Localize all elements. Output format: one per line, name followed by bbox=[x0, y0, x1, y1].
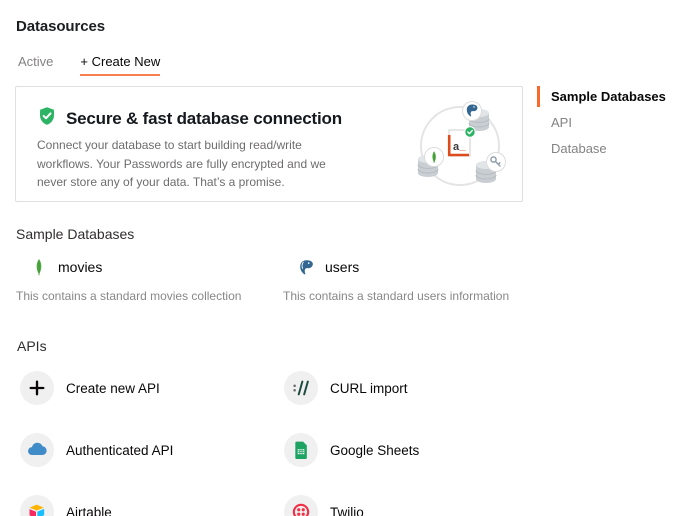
sample-db-users-head: users bbox=[283, 254, 538, 280]
api-item-twilio[interactable]: Twilio bbox=[284, 495, 364, 516]
api-item-airtable[interactable]: Airtable bbox=[20, 495, 112, 516]
banner-description: Connect your database to start building … bbox=[37, 136, 335, 192]
sample-databases-heading: Sample Databases bbox=[16, 226, 134, 242]
database-connection-illustration: a _ bbox=[412, 94, 516, 198]
apis-heading: APIs bbox=[17, 338, 47, 354]
page-title: Datasources bbox=[16, 18, 105, 35]
api-item-label: Twilio bbox=[330, 505, 364, 516]
tab-active[interactable]: Active bbox=[18, 54, 53, 76]
nav-item-sample-databases[interactable]: Sample Databases bbox=[537, 86, 694, 107]
airtable-icon bbox=[20, 495, 54, 516]
sample-db-movies[interactable]: movies This contains a standard movies c… bbox=[16, 254, 271, 303]
api-item-google-sheets[interactable]: Google Sheets bbox=[284, 433, 419, 467]
cloud-icon bbox=[20, 433, 54, 467]
plus-icon bbox=[20, 371, 54, 405]
api-item-label: Create new API bbox=[66, 381, 160, 396]
nav-item-api[interactable]: API bbox=[537, 112, 694, 133]
sample-db-users[interactable]: users This contains a standard users inf… bbox=[283, 254, 538, 303]
datasources-page: Datasources Active + Create New Secure &… bbox=[0, 0, 694, 516]
banner-card: Secure & fast database connection Connec… bbox=[15, 86, 523, 202]
sample-db-movies-head: movies bbox=[16, 254, 271, 280]
shield-check-icon bbox=[37, 106, 57, 131]
api-item-authenticated-api[interactable]: Authenticated API bbox=[20, 433, 173, 467]
api-item-label: CURL import bbox=[330, 381, 408, 396]
postgresql-icon bbox=[296, 256, 316, 278]
api-item-label: Airtable bbox=[66, 505, 112, 516]
api-item-create-new[interactable]: Create new API bbox=[20, 371, 160, 405]
sample-db-label: movies bbox=[58, 259, 102, 275]
curl-icon bbox=[284, 371, 318, 405]
twilio-icon bbox=[284, 495, 318, 516]
api-item-label: Authenticated API bbox=[66, 443, 173, 458]
tabs-bar: Active + Create New bbox=[18, 54, 160, 76]
sample-db-description: This contains a standard users informati… bbox=[283, 289, 538, 303]
api-item-curl-import[interactable]: CURL import bbox=[284, 371, 408, 405]
nav-item-database[interactable]: Database bbox=[537, 138, 694, 159]
tab-create-new[interactable]: + Create New bbox=[80, 54, 160, 76]
mongodb-icon bbox=[29, 256, 49, 278]
sample-db-description: This contains a standard movies collecti… bbox=[16, 289, 271, 303]
sample-db-label: users bbox=[325, 259, 359, 275]
datasource-type-nav: Sample Databases API Database bbox=[537, 86, 694, 164]
svg-text:_: _ bbox=[459, 140, 467, 152]
google-sheets-icon bbox=[284, 433, 318, 467]
banner-heading: Secure & fast database connection bbox=[66, 109, 342, 129]
api-item-label: Google Sheets bbox=[330, 443, 419, 458]
banner-heading-row: Secure & fast database connection bbox=[37, 106, 342, 131]
